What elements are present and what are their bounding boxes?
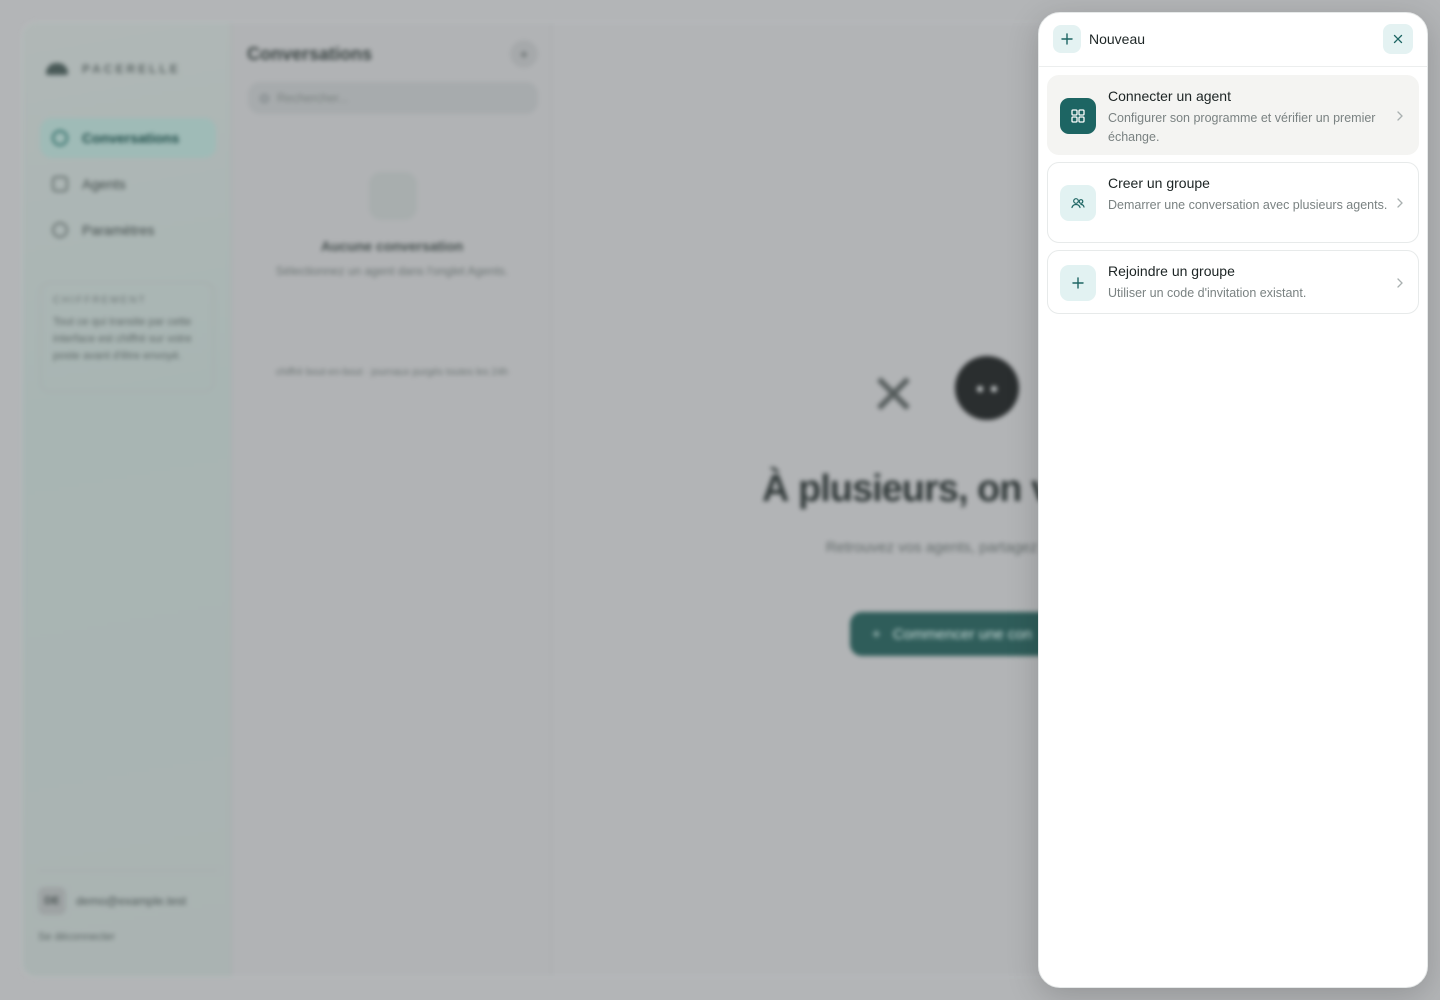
gear-icon bbox=[52, 222, 68, 238]
drawer-title: Nouveau bbox=[1089, 31, 1146, 47]
logout-link[interactable]: Se déconnecter bbox=[38, 931, 218, 943]
join-group-option[interactable]: Rejoindre un groupe Utiliser un code d'i… bbox=[1047, 250, 1419, 314]
close-button[interactable] bbox=[1383, 24, 1413, 54]
encryption-text: Tout ce qui transite par cette interface… bbox=[53, 316, 192, 362]
user-area: DE demo@example.test Se déconnecter bbox=[38, 870, 218, 943]
chat-icon bbox=[52, 130, 68, 146]
chevron-right-icon bbox=[1397, 198, 1403, 208]
logo-icon bbox=[46, 63, 68, 75]
empty-state-subtitle: Sélectionnez un agent dans l'onglet Agen… bbox=[275, 264, 509, 278]
new-conversation-button[interactable]: + bbox=[510, 40, 538, 68]
encryption-card: CHIFFREMENT Tout ce qui transite par cet… bbox=[40, 282, 214, 392]
avatar: DE bbox=[38, 887, 66, 915]
empty-state-icon bbox=[369, 172, 417, 220]
grid-icon bbox=[1060, 98, 1096, 134]
sidebar-item-conversations[interactable]: Conversations bbox=[40, 118, 216, 158]
search-placeholder: Rechercher... bbox=[277, 91, 349, 105]
plus-icon: + bbox=[872, 625, 881, 643]
plus-icon bbox=[1060, 265, 1096, 301]
sidebar: PACERELLE Conversations Agents Paramètre… bbox=[22, 22, 232, 977]
close-icon bbox=[1393, 34, 1403, 44]
encryption-title: CHIFFREMENT bbox=[53, 295, 147, 306]
sidebar-item-agents[interactable]: Agents bbox=[40, 164, 216, 204]
empty-state-title: Aucune conversation bbox=[320, 238, 464, 254]
encryption-note: chiffré bout-en-bout · journaux purgés t… bbox=[275, 367, 509, 378]
pinwheel-icon: ✕ bbox=[870, 363, 917, 426]
option-title: Creer un groupe bbox=[1108, 175, 1210, 191]
cta-label: Commencer une con bbox=[892, 625, 1032, 643]
user-row: DE demo@example.test bbox=[38, 887, 218, 915]
option-description: Configurer son programme et vérifier un … bbox=[1108, 111, 1376, 144]
conversations-title: Conversations bbox=[247, 44, 373, 64]
brand: PACERELLE bbox=[46, 62, 181, 76]
sidebar-item-label: Paramètres bbox=[82, 222, 155, 238]
conversations-panel: Conversations + Rechercher... Aucune con… bbox=[232, 22, 552, 977]
sidebar-item-label: Conversations bbox=[82, 130, 180, 146]
search-icon bbox=[260, 93, 269, 103]
brand-name: PACERELLE bbox=[82, 62, 181, 76]
create-group-option[interactable]: Creer un groupe Demarrer une conversatio… bbox=[1047, 162, 1419, 243]
search-input[interactable]: Rechercher... bbox=[248, 82, 538, 114]
option-title: Rejoindre un groupe bbox=[1108, 263, 1235, 279]
chevron-right-icon bbox=[1397, 111, 1403, 121]
user-email: demo@example.test bbox=[76, 894, 187, 908]
bot-avatar-icon bbox=[955, 356, 1019, 420]
option-description: Demarrer une conversation avec plusieurs… bbox=[1108, 198, 1388, 212]
plus-icon bbox=[1053, 25, 1081, 53]
option-description: Utiliser un code d'invitation existant. bbox=[1108, 286, 1307, 300]
hero-title: À plusieurs, on va bbox=[762, 468, 1072, 510]
grid-icon bbox=[52, 176, 68, 192]
sidebar-item-label: Agents bbox=[82, 176, 126, 192]
option-title: Connecter un agent bbox=[1108, 88, 1231, 104]
drawer-header: Nouveau bbox=[1039, 13, 1427, 67]
users-icon bbox=[1060, 185, 1096, 221]
chevron-right-icon bbox=[1397, 278, 1403, 288]
new-drawer: Nouveau Connecter un agent Configurer so… bbox=[1038, 12, 1428, 988]
connect-agent-option[interactable]: Connecter un agent Configurer son progra… bbox=[1047, 75, 1419, 155]
sidebar-nav: Conversations Agents Paramètres bbox=[40, 118, 216, 256]
sidebar-item-settings[interactable]: Paramètres bbox=[40, 210, 216, 250]
